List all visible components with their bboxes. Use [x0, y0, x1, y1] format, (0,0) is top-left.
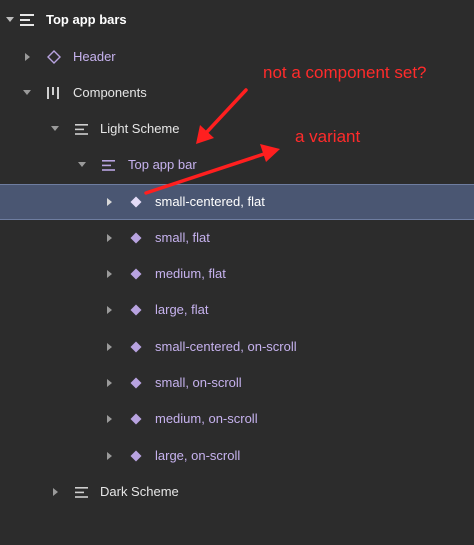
- component-icon: [130, 450, 142, 462]
- layer-label: Top app bars: [46, 12, 127, 27]
- layer-label: medium, flat: [155, 266, 226, 281]
- component-icon: [130, 304, 142, 316]
- component-icon: [130, 341, 142, 353]
- annotation-not-component-set: not a component set?: [263, 63, 427, 82]
- layer-row-light-scheme[interactable]: Light Scheme: [0, 112, 474, 146]
- annotation-a-variant: a variant: [295, 127, 361, 146]
- caret-down-icon[interactable]: [22, 88, 32, 98]
- layer-label: Dark Scheme: [100, 484, 179, 499]
- layer-row-variant[interactable]: small, flat: [0, 221, 474, 255]
- layer-row-variant[interactable]: large, flat: [0, 293, 474, 327]
- layer-row-variant[interactable]: medium, flat: [0, 257, 474, 291]
- frame-icon: [101, 158, 115, 172]
- layer-row-variant[interactable]: small-centered, flat: [0, 184, 474, 220]
- caret-down-icon[interactable]: [77, 160, 87, 170]
- layer-label: small, on-scroll: [155, 375, 242, 390]
- caret-right-icon[interactable]: [105, 197, 115, 207]
- caret-right-icon[interactable]: [105, 269, 115, 279]
- caret-right-icon[interactable]: [105, 378, 115, 388]
- layer-row-variant[interactable]: small, on-scroll: [0, 366, 474, 400]
- layer-label: Header: [73, 49, 116, 64]
- layer-label: small-centered, flat: [155, 194, 265, 209]
- layer-row-variant[interactable]: large, on-scroll: [0, 439, 474, 473]
- layer-row-dark-scheme[interactable]: Dark Scheme: [0, 475, 474, 509]
- caret-right-icon[interactable]: [51, 487, 61, 497]
- frame-icon: [74, 122, 88, 136]
- layer-label: large, on-scroll: [155, 448, 241, 463]
- component-icon: [130, 268, 142, 280]
- caret-down-icon[interactable]: [50, 124, 60, 134]
- component-icon: [130, 413, 142, 425]
- layer-label: small, flat: [155, 230, 210, 245]
- layer-label: Light Scheme: [100, 121, 180, 136]
- component-icon: [130, 232, 142, 244]
- frame-icon: [20, 13, 34, 27]
- layer-row-variant[interactable]: medium, on-scroll: [0, 402, 474, 436]
- caret-right-icon[interactable]: [105, 342, 115, 352]
- layer-label: small-centered, on-scroll: [155, 339, 297, 354]
- layer-row-top-app-bar[interactable]: Top app bar: [0, 148, 474, 182]
- component-icon: [130, 196, 142, 208]
- caret-right-icon[interactable]: [105, 414, 115, 424]
- layer-row-top-app-bars[interactable]: Top app bars: [0, 3, 474, 37]
- caret-right-icon[interactable]: [105, 451, 115, 461]
- component-instance-icon: [47, 50, 61, 64]
- component-icon: [130, 377, 142, 389]
- frame-icon: [74, 485, 88, 499]
- caret-down-icon[interactable]: [5, 15, 15, 25]
- caret-right-icon[interactable]: [105, 233, 115, 243]
- layer-label: large, flat: [155, 302, 209, 317]
- auto-layout-icon: [47, 86, 61, 100]
- layer-label: Top app bar: [128, 157, 197, 172]
- layer-label: medium, on-scroll: [155, 411, 258, 426]
- caret-right-icon[interactable]: [105, 305, 115, 315]
- layer-row-variant[interactable]: small-centered, on-scroll: [0, 330, 474, 364]
- caret-right-icon[interactable]: [23, 52, 33, 62]
- layer-label: Components: [73, 85, 147, 100]
